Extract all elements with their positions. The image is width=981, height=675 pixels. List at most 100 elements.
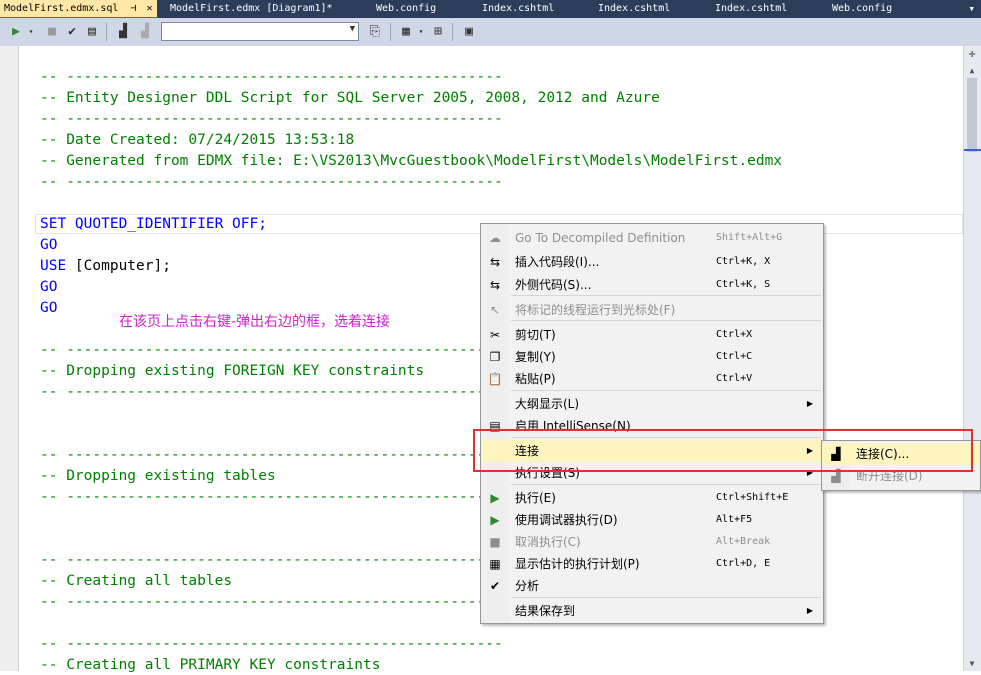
menu-item-label: 大纲显示(L) [515, 397, 580, 411]
execution-plan-icon: ▦ [489, 557, 501, 571]
code-line: GO [40, 279, 58, 295]
menu-item-label: 使用调试器执行(D) [515, 513, 618, 527]
tab-modelfirst-diagram[interactable]: ModelFirst.edmx [Diagram1]* [170, 0, 333, 18]
execution-plan-icon[interactable]: ▤ [84, 23, 100, 41]
menu-item-shortcut: Ctrl+K, S [716, 279, 771, 290]
sql-editor-toolbar: ▶ ▾ ■ ✔ ▤ ▟ ▟ ▼ ⎘ ▦ ▾ ⊞ ▣ [0, 18, 981, 47]
code-line: SET QUOTED_IDENTIFIER OFF; [40, 216, 267, 232]
annotation-text: 在该页上点击右键-弹出右边的框，选着连接 [119, 314, 391, 330]
code-line: -- -------------------------------------… [40, 174, 503, 190]
split-editor-icon[interactable]: ✛ [965, 47, 979, 61]
cut-icon: ✂ [489, 328, 501, 342]
code-line: -- -------------------------------------… [40, 69, 503, 85]
cancel-execute-icon: ■ [489, 535, 501, 549]
menu-separator [511, 597, 821, 598]
menu-item-shortcut: Ctrl+X [716, 329, 753, 340]
database-select[interactable]: ▼ [161, 22, 359, 41]
menu-item[interactable]: ☁ Go To Decompiled Definition Shift+Alt+G [481, 227, 823, 249]
menu-item-label: Go To Decompiled Definition [515, 231, 686, 245]
menu-item[interactable]: ✂ 剪切(T) Ctrl+X [481, 324, 823, 346]
scroll-down-icon[interactable]: ▼ [965, 659, 979, 668]
schema-compare-icon[interactable]: ⊞ [430, 23, 446, 41]
code-line: USE [Computer]; [40, 256, 171, 276]
debug-execute-icon: ▶ [490, 513, 500, 527]
code-line: -- Dropping existing tables [40, 468, 276, 484]
change-connection-icon[interactable]: ⎘ [367, 23, 383, 41]
menu-separator [511, 484, 821, 485]
toolbar-separator [452, 23, 453, 41]
connect-icon[interactable]: ▟ [114, 23, 132, 41]
results-grid-icon[interactable]: ▦ [398, 23, 414, 41]
menu-item-shortcut: Ctrl+C [716, 351, 753, 362]
editor-gutter [0, 46, 18, 671]
annotation-highlight-box [473, 429, 973, 472]
check-icon[interactable]: ✔ [64, 23, 80, 41]
menu-item-label: 粘贴(P) [515, 372, 556, 386]
execute-icon[interactable]: ▶ [8, 23, 24, 41]
surround-icon: ⇆ [489, 278, 501, 292]
toolbar-separator [106, 23, 107, 41]
code-line: -- Dropping existing FOREIGN KEY constra… [40, 363, 425, 379]
scrollbar-thumb[interactable] [967, 78, 977, 152]
menu-item[interactable]: ▶ 执行(E) Ctrl+Shift+E [481, 487, 823, 509]
tab-label: ModelFirst.edmx.sql [4, 3, 119, 14]
tab-web-config-2[interactable]: Web.config [832, 0, 892, 18]
menu-item[interactable]: ↖ 将标记的线程运行到光标处(F) [481, 299, 823, 321]
code-line: -- Creating all tables [40, 573, 233, 589]
check-icon: ✔ [489, 579, 501, 593]
chevron-down-icon[interactable]: ▾ [26, 23, 36, 41]
tab-index-cshtml[interactable]: Index.cshtml [482, 0, 554, 18]
menu-item[interactable]: 大纲显示(L) ▶ [481, 393, 823, 415]
document-tab-strip: ModelFirst.edmx.sql ⊣ ✕ ModelFirst.edmx … [0, 0, 981, 18]
query-options-icon[interactable]: ▣ [460, 23, 478, 41]
menu-item[interactable]: ▦ 显示估计的执行计划(P) Ctrl+D, E [481, 553, 823, 575]
menu-item[interactable]: ⇆ 外侧代码(S)... Ctrl+K, S [481, 274, 823, 296]
menu-item-shortcut: Ctrl+K, X [716, 256, 771, 267]
pin-icon[interactable]: ⊣ [130, 3, 136, 14]
stop-icon[interactable]: ■ [44, 23, 60, 41]
menu-item-label: 将标记的线程运行到光标处(F) [515, 303, 676, 317]
code-text: [Computer]; [66, 258, 171, 274]
menu-item-label: 分析 [515, 579, 540, 593]
tab-overflow-icon[interactable]: ▾ [968, 2, 975, 15]
tab-index-cshtml-2[interactable]: Index.cshtml [598, 0, 670, 18]
code-line: -- -------------------------------------… [40, 111, 503, 127]
code-line: -- Generated from EDMX file: E:\VS2013\M… [40, 153, 783, 169]
code-line: -- Entity Designer DDL Script for SQL Se… [40, 90, 660, 106]
chevron-down-icon[interactable]: ▾ [416, 23, 426, 41]
submenu-arrow-icon: ▶ [806, 606, 813, 615]
close-icon[interactable]: ✕ [146, 3, 152, 14]
execute-icon: ▶ [490, 491, 500, 505]
menu-item-label: 剪切(T) [515, 328, 556, 342]
editor-context-menu: ☁ Go To Decompiled Definition Shift+Alt+G ⇆… [480, 223, 824, 624]
code-line: -- -------------------------------------… [40, 447, 503, 463]
copy-icon: ❐ [489, 350, 501, 364]
decompile-icon: ☁ [489, 231, 501, 245]
menu-item-label: 显示估计的执行计划(P) [515, 557, 640, 571]
menu-item-label: 复制(Y) [515, 350, 556, 364]
code-line: GO [40, 237, 58, 253]
menu-item[interactable]: 📋 粘贴(P) Ctrl+V [481, 368, 823, 390]
code-line: -- -------------------------------------… [40, 552, 503, 568]
menu-item[interactable]: ❐ 复制(Y) Ctrl+C [481, 346, 823, 368]
menu-item-shortcut: Ctrl+V [716, 373, 753, 384]
menu-item-shortcut: Ctrl+Shift+E [716, 492, 789, 503]
menu-item[interactable]: ✔ 分析 [481, 575, 823, 597]
menu-item[interactable]: 结果保存到 ▶ [481, 600, 823, 622]
menu-item[interactable]: ⇆ 插入代码段(I)... Ctrl+K, X [481, 251, 823, 273]
code-line: -- -------------------------------------… [40, 489, 503, 505]
tab-index-cshtml-3[interactable]: Index.cshtml [715, 0, 787, 18]
tab-modelfirst-edmx-sql[interactable]: ModelFirst.edmx.sql ⊣ ✕ [0, 0, 157, 18]
menu-item[interactable]: ▶ 使用调试器执行(D) Alt+F5 [481, 509, 823, 531]
submenu-arrow-icon: ▶ [806, 399, 813, 408]
menu-item-label: 取消执行(C) [515, 535, 581, 549]
menu-item[interactable]: ■ 取消执行(C) Alt+Break [481, 531, 823, 553]
code-line: -- -------------------------------------… [40, 636, 503, 652]
scroll-up-icon[interactable]: ▲ [965, 66, 979, 75]
chevron-down-icon: ▼ [349, 24, 355, 34]
snippet-icon: ⇆ [489, 255, 501, 269]
tab-web-config[interactable]: Web.config [376, 0, 436, 18]
menu-item-label: 执行(E) [515, 491, 556, 505]
code-line: GO [40, 300, 58, 316]
disconnect-icon[interactable]: ▟ [136, 23, 154, 41]
